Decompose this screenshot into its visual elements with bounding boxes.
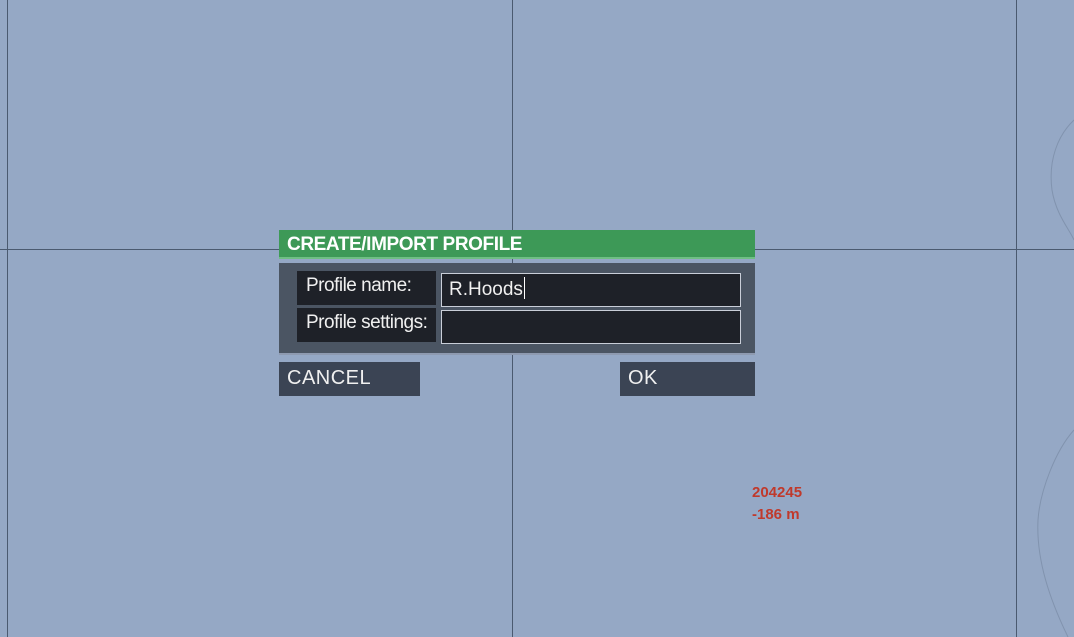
text-caret xyxy=(523,277,525,299)
map-coordinate-readout: 204245 -186 m xyxy=(752,482,802,526)
profile-settings-input[interactable] xyxy=(441,310,741,344)
dialog-body: Profile name: R.Hoods Profile settings: xyxy=(279,263,755,355)
grid-reference: 204245 xyxy=(752,484,803,501)
dialog-title: CREATE/IMPORT PROFILE xyxy=(279,230,755,259)
profile-name-value: R.Hoods xyxy=(449,279,523,300)
profile-name-input[interactable]: R.Hoods xyxy=(441,273,741,307)
ok-button[interactable]: OK xyxy=(620,362,755,396)
profile-settings-label: Profile settings: xyxy=(297,308,436,342)
profile-name-label: Profile name: xyxy=(297,271,436,305)
elevation-readout: -186 m xyxy=(752,506,800,523)
cancel-button[interactable]: CANCEL xyxy=(279,362,420,396)
